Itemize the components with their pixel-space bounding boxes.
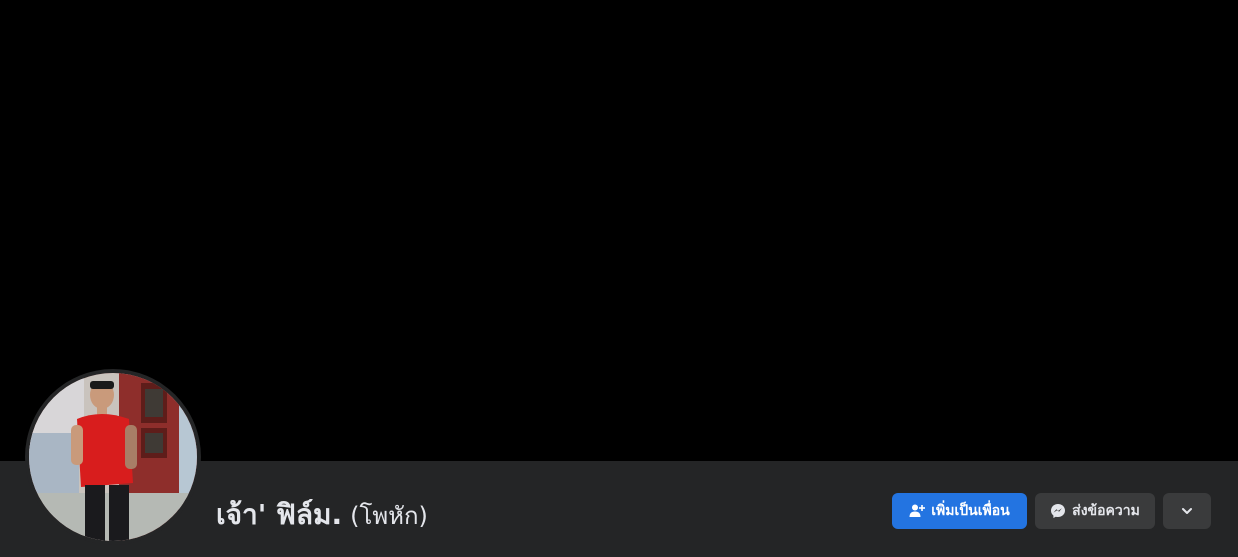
add-friend-icon [909,503,926,519]
profile-picture-frame[interactable] [25,369,201,545]
add-friend-label: เพิ่มเป็นเพื่อน [931,503,1010,519]
profile-picture[interactable] [29,373,197,541]
send-message-button[interactable]: ส่งข้อความ [1035,493,1155,529]
add-friend-button[interactable]: เพิ่มเป็นเพื่อน [892,493,1027,529]
messenger-icon [1050,503,1066,519]
profile-page: เจ้า' ฟิล์ม. (โพหัก) เพิ่มเป็นเพื่อน ส่ง… [0,0,1238,557]
chevron-down-icon [1180,504,1194,518]
profile-photo-image [29,373,197,541]
send-message-label: ส่งข้อความ [1072,503,1140,519]
more-options-button[interactable] [1163,493,1211,529]
profile-name: เจ้า' ฟิล์ม. (โพหัก) [216,493,428,533]
profile-name-main: เจ้า' ฟิล์ม. [216,498,343,531]
profile-alternate-name: (โพหัก) [350,502,428,530]
